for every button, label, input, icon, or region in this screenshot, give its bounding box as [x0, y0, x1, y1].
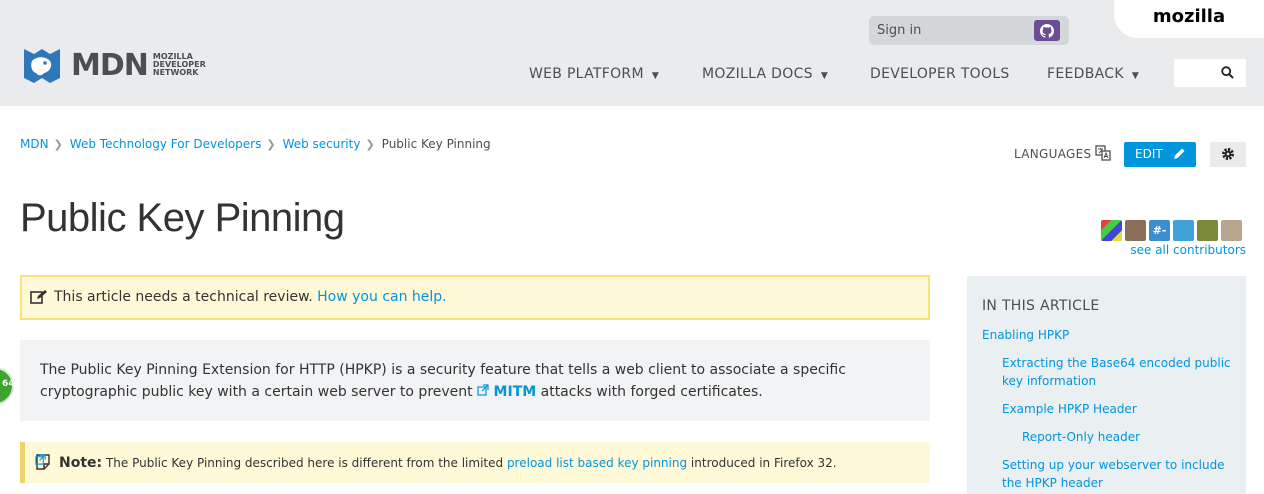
pencil-icon	[1174, 148, 1185, 159]
site-header: MDN MOZILLA DEVELOPER NETWORK Sign in mo…	[0, 0, 1264, 106]
mdn-logo[interactable]: MDN MOZILLA DEVELOPER NETWORK	[20, 46, 223, 84]
contributor-avatar-icon[interactable]: #-	[1149, 220, 1170, 241]
contributor-avatar-icon[interactable]	[1101, 220, 1122, 241]
breadcrumb: MDN ❯ Web Technology For Developers ❯ We…	[20, 137, 491, 151]
mozilla-tab[interactable]: mozilla	[1114, 0, 1264, 38]
search-icon[interactable]	[1221, 66, 1234, 79]
contributor-avatar-icon[interactable]	[1125, 220, 1146, 241]
contributor-avatar-icon[interactable]	[1173, 220, 1194, 241]
how-you-can-help-link[interactable]: How you can help.	[317, 289, 446, 305]
github-login-button[interactable]	[1034, 20, 1060, 41]
breadcrumb-current: Public Key Pinning	[381, 137, 491, 151]
caret-down-icon: ▼	[1131, 71, 1140, 81]
logo-subtitle: MOZILLA DEVELOPER NETWORK	[152, 52, 206, 77]
note-callout: Note: The Public Key Pinning described h…	[20, 442, 930, 483]
table-of-contents: IN THIS ARTICLE Enabling HPKP Extracting…	[967, 276, 1246, 494]
toc-link-example-header[interactable]: Example HPKP Header	[1002, 400, 1137, 418]
contributor-avatar-icon[interactable]	[1197, 220, 1218, 241]
preload-list-link-label: preload list based key pinning	[506, 456, 688, 470]
caret-down-icon: ▼	[651, 71, 660, 81]
nav-web-platform-label: WEB PLATFORM	[529, 66, 644, 82]
breadcrumb-link-mdn[interactable]: MDN	[20, 137, 49, 151]
caret-down-icon: ▼	[820, 71, 829, 81]
page-settings-button[interactable]	[1210, 142, 1246, 167]
nav-mozilla-docs[interactable]: MOZILLA DOCS ▼	[702, 66, 828, 82]
mdn-logo-icon	[24, 49, 60, 83]
chevron-right-icon: ❯	[266, 137, 276, 151]
contributor-avatar-icon[interactable]	[1221, 220, 1242, 241]
breadcrumb-link-web-technology[interactable]: Web Technology For Developers	[70, 137, 262, 151]
note-label: Note:	[59, 455, 103, 471]
mitm-link-label: MITM	[493, 384, 537, 400]
toc-link-enabling-hpkp[interactable]: Enabling HPKP	[982, 326, 1069, 344]
nav-mozilla-docs-label: MOZILLA DOCS	[702, 66, 813, 82]
sign-in-label: Sign in	[877, 23, 922, 38]
toc-link-extracting-base64[interactable]: Extracting the Base64 encoded public key…	[1002, 354, 1232, 390]
page-title: Public Key Pinning	[20, 196, 345, 240]
nav-feedback[interactable]: FEEDBACK ▼	[1047, 66, 1139, 82]
note-text-end: introduced in Firefox 32.	[690, 456, 837, 470]
contributor-list: #-	[1101, 220, 1242, 241]
chevron-right-icon: ❯	[365, 137, 375, 151]
note-text: The Public Key Pinning described here is…	[105, 456, 504, 470]
translate-icon[interactable]	[1095, 145, 1111, 161]
sign-in-button[interactable]: Sign in	[869, 16, 1069, 45]
nav-web-platform[interactable]: WEB PLATFORM ▼	[529, 66, 659, 82]
languages-menu[interactable]: LANGUAGES	[1014, 147, 1091, 161]
toc-title: IN THIS ARTICLE	[982, 298, 1100, 314]
external-link-icon	[477, 384, 489, 396]
breadcrumb-link-web-security[interactable]: Web security	[283, 137, 361, 151]
chevron-right-icon: ❯	[53, 137, 63, 151]
logo-wordmark: MDN	[71, 47, 149, 83]
summary-text-end: attacks with forged certificates.	[540, 384, 763, 400]
edit-button-label: EDIT	[1135, 147, 1163, 161]
toc-link-report-only[interactable]: Report-Only header	[1022, 428, 1140, 446]
github-icon	[1040, 23, 1054, 38]
nav-developer-tools-label: DEVELOPER TOOLS	[870, 66, 1010, 82]
toc-link-setting-up-webserver[interactable]: Setting up your webserver to include the…	[1002, 456, 1237, 492]
nav-developer-tools[interactable]: DEVELOPER TOOLS	[870, 66, 1010, 82]
edit-note-icon	[30, 290, 47, 304]
technical-review-banner: This article needs a technical review. H…	[20, 275, 930, 320]
gear-icon	[1222, 148, 1234, 160]
search-input[interactable]	[1174, 59, 1246, 87]
preload-list-link[interactable]: preload list based key pinning	[35, 454, 688, 470]
article-summary: The Public Key Pinning Extension for HTT…	[20, 340, 930, 421]
see-all-contributors-link[interactable]: see all contributors	[1130, 243, 1246, 257]
review-text: This article needs a technical review.	[54, 289, 313, 305]
edit-button[interactable]: EDIT	[1124, 142, 1196, 167]
nav-feedback-label: FEEDBACK	[1047, 66, 1124, 82]
mitm-link[interactable]: MITM	[477, 384, 536, 400]
external-link-icon	[35, 454, 46, 465]
floating-badge[interactable]: 64	[0, 367, 15, 405]
